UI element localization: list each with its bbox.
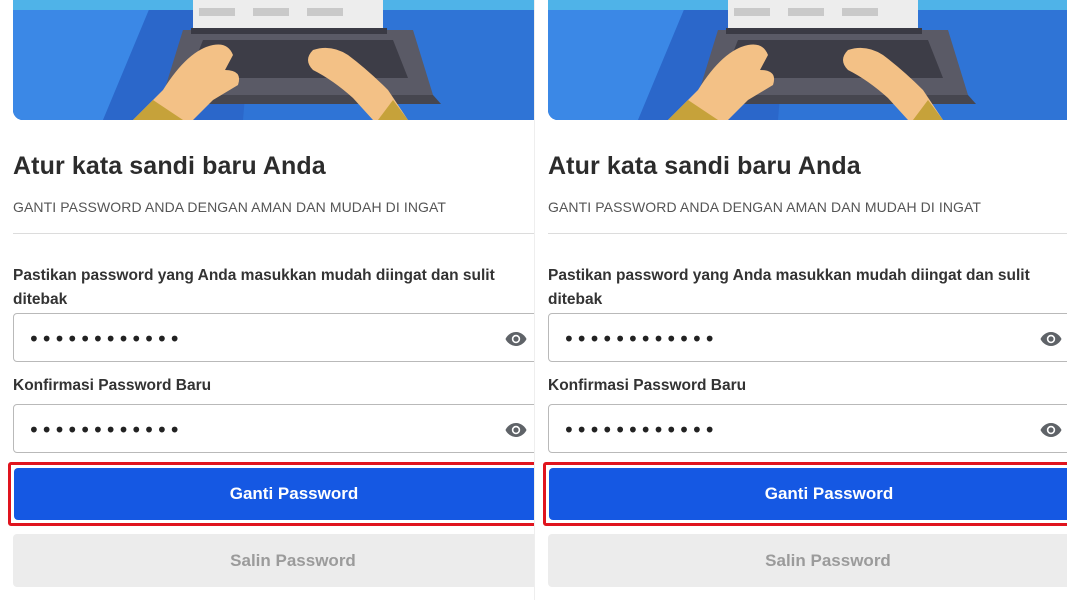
new-password-field[interactable]: •••••••••••• <box>13 313 534 362</box>
eye-icon[interactable] <box>504 418 528 442</box>
highlight-box: Ganti Password <box>543 462 1067 526</box>
confirm-password-label: Konfirmasi Password Baru <box>13 377 212 394</box>
confirm-password-value: •••••••••••• <box>28 418 182 442</box>
new-password-label: Pastikan password yang Anda masukkan mud… <box>548 267 1030 308</box>
laptop-typing-illustration <box>13 0 534 120</box>
confirm-password-field[interactable]: •••••••••••• <box>13 404 534 453</box>
divider <box>548 233 1067 234</box>
copy-password-button[interactable]: Salin Password <box>548 534 1067 587</box>
new-password-value: •••••••••••• <box>28 327 182 351</box>
eye-icon[interactable] <box>504 327 528 351</box>
page-subtitle: GANTI PASSWORD ANDA DENGAN AMAN DAN MUDA… <box>13 199 447 215</box>
page-title: Atur kata sandi baru Anda <box>13 152 326 180</box>
confirm-password-label: Konfirmasi Password Baru <box>548 377 747 394</box>
eye-icon[interactable] <box>1039 327 1063 351</box>
change-password-button[interactable]: Ganti Password <box>549 468 1067 520</box>
eye-icon[interactable] <box>1039 418 1063 442</box>
new-password-label: Pastikan password yang Anda masukkan mud… <box>13 267 495 308</box>
confirm-password-field[interactable]: •••••••••••• <box>548 404 1067 453</box>
banner-illustration <box>548 0 1067 120</box>
banner-illustration <box>13 0 534 120</box>
laptop-typing-illustration <box>548 0 1067 120</box>
page-subtitle: GANTI PASSWORD ANDA DENGAN AMAN DAN MUDA… <box>548 199 982 215</box>
page-title: Atur kata sandi baru Anda <box>548 152 861 180</box>
panel-left: Atur kata sandi baru Anda GANTI PASSWORD… <box>0 0 534 600</box>
highlight-box: Ganti Password <box>8 462 534 526</box>
confirm-password-value: •••••••••••• <box>563 418 717 442</box>
copy-password-button[interactable]: Salin Password <box>13 534 534 587</box>
new-password-value: •••••••••••• <box>563 327 717 351</box>
change-password-button[interactable]: Ganti Password <box>14 468 534 520</box>
divider <box>13 233 534 234</box>
panel-right: Atur kata sandi baru Anda GANTI PASSWORD… <box>534 0 1067 600</box>
new-password-field[interactable]: •••••••••••• <box>548 313 1067 362</box>
